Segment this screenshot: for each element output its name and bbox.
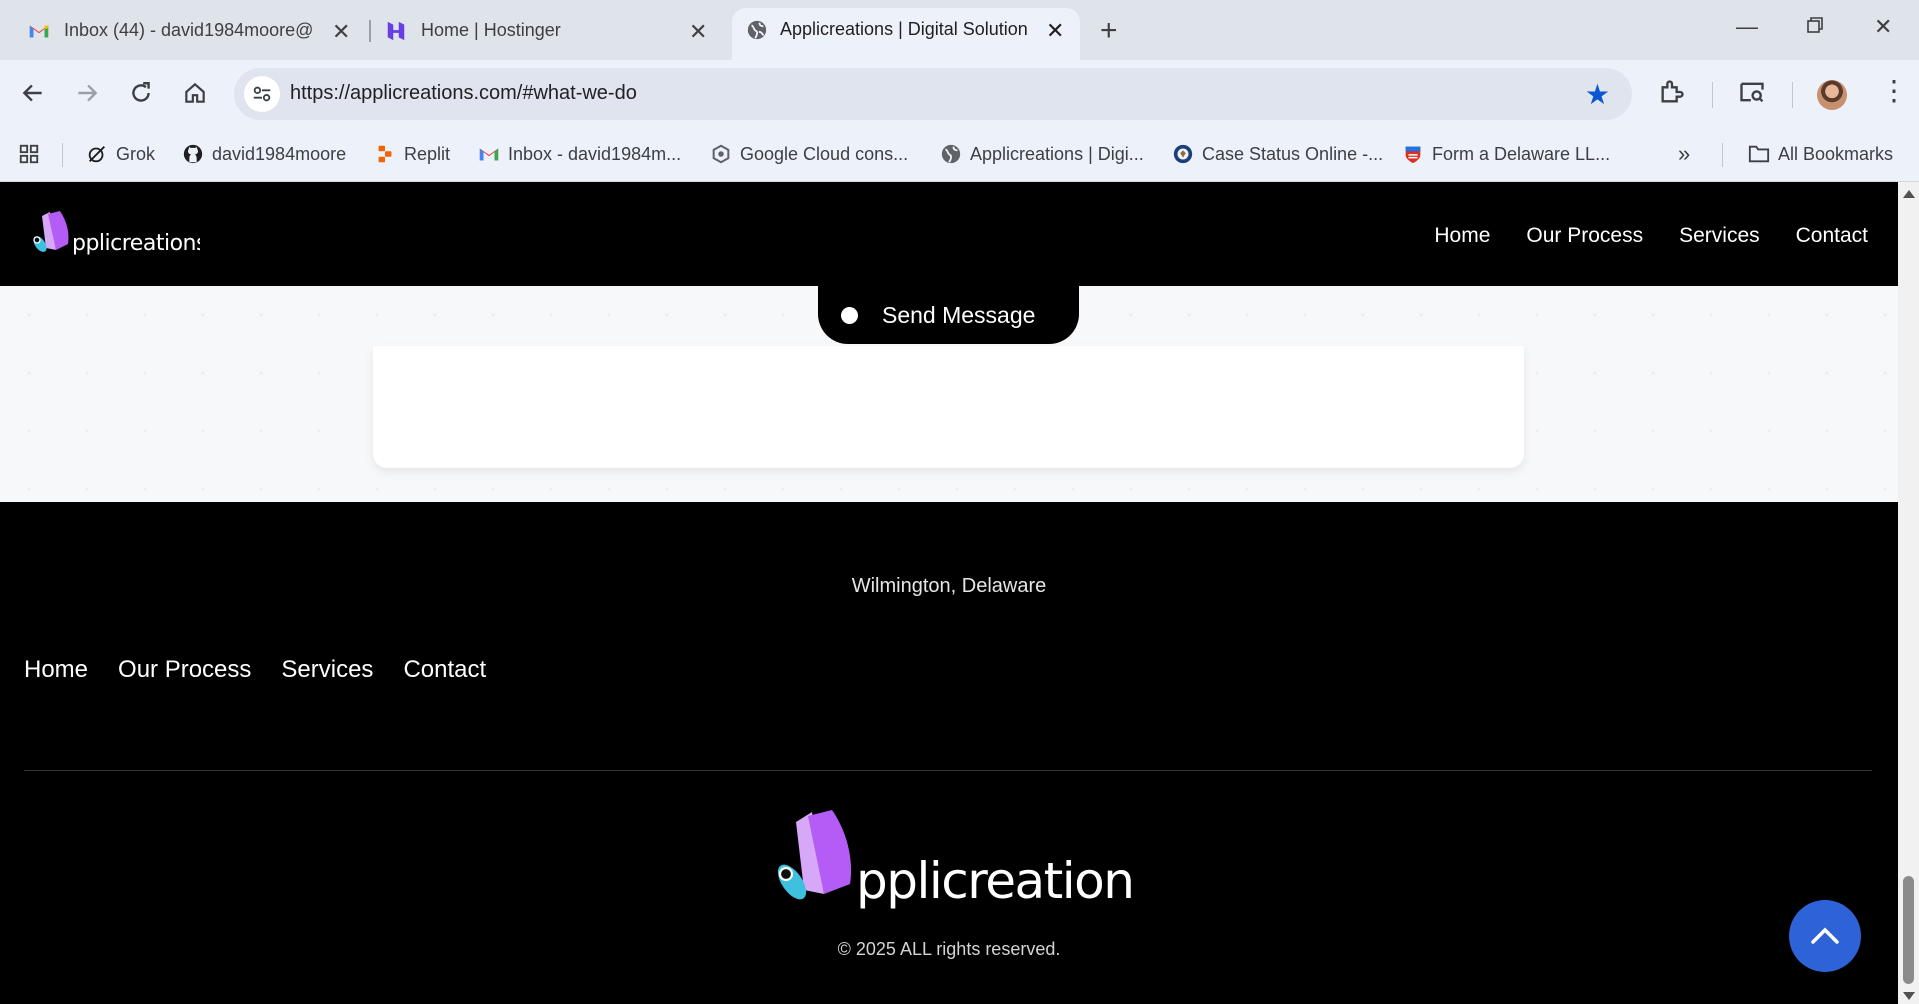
uscis-seal-icon	[1172, 143, 1194, 165]
gmail-icon	[478, 143, 500, 165]
nav-our-process[interactable]: Our Process	[1526, 224, 1643, 248]
grok-icon	[86, 143, 108, 165]
bookmarks-divider	[62, 143, 63, 167]
hostinger-icon	[385, 20, 407, 42]
logo-text: pplicreations	[72, 231, 200, 256]
copyright: © 2025 ALL rights reserved.	[837, 939, 1061, 959]
delaware-icon	[1402, 143, 1424, 165]
apps-icon[interactable]	[18, 141, 40, 167]
globe-icon	[746, 19, 768, 41]
address-bar[interactable]: https://applicreations.com/#what-we-do ★	[234, 68, 1632, 120]
footer-nav-contact[interactable]: Contact	[403, 656, 486, 684]
scroll-to-top-button[interactable]	[1789, 900, 1861, 972]
bookmark-applicreations[interactable]: Applicreations | Digi...	[940, 141, 1144, 167]
bookmark-label: Replit	[404, 143, 451, 164]
tab-gmail[interactable]: Inbox (44) - david1984moore@ ✕	[0, 9, 360, 53]
bookmark-star-icon[interactable]: ★	[1585, 78, 1610, 111]
bookmark-replit[interactable]: Replit	[374, 141, 450, 167]
nav-contact[interactable]: Contact	[1796, 224, 1868, 248]
site-logo[interactable]: pplicreations	[30, 210, 207, 265]
new-tab-button[interactable]: +	[1100, 14, 1118, 48]
tab-title: Applicreations | Digital Solution	[780, 19, 1028, 39]
footer-divider	[24, 770, 1872, 771]
all-bookmarks[interactable]: All Bookmarks	[1748, 141, 1893, 167]
scroll-thumb[interactable]	[1903, 876, 1914, 984]
all-bookmarks-label: All Bookmarks	[1778, 143, 1894, 164]
footer-nav-home[interactable]: Home	[24, 656, 88, 684]
browser-toolbar: https://applicreations.com/#what-we-do ★…	[0, 60, 1919, 129]
toolbar-divider	[1792, 82, 1793, 108]
bookmark-gmail[interactable]: Inbox - david1984m...	[478, 141, 681, 167]
site-settings-icon[interactable]	[244, 76, 280, 112]
send-message-label: Send Message	[882, 301, 1036, 328]
folder-icon	[1748, 143, 1770, 165]
home-icon[interactable]	[182, 80, 208, 110]
chevron-up-icon	[1811, 927, 1839, 944]
logo-mark-icon: pplicreations	[777, 810, 1159, 910]
bookmark-grok[interactable]: Grok	[86, 141, 155, 167]
tab-title: Home | Hostinger	[421, 20, 561, 40]
close-window-icon[interactable]: ✕	[1874, 14, 1892, 40]
contact-form-card	[373, 346, 1524, 468]
restore-icon[interactable]	[1806, 14, 1824, 40]
nav-services[interactable]: Services	[1679, 224, 1760, 248]
close-icon[interactable]: ✕	[332, 19, 350, 45]
extensions-icon[interactable]	[1658, 78, 1686, 111]
bookmark-label: Google Cloud cons...	[740, 143, 909, 164]
url-text: https://applicreations.com/#what-we-do	[290, 82, 637, 104]
site-header: pplicreations Home Our Process Services …	[0, 182, 1898, 286]
profile-avatar[interactable]	[1817, 80, 1847, 110]
page-viewport: pplicreations Home Our Process Services …	[0, 182, 1898, 1004]
bookmark-label: Grok	[116, 143, 156, 164]
tab-title: Inbox (44) - david1984moore@	[64, 20, 314, 40]
back-icon[interactable]	[20, 80, 46, 110]
more-menu-icon[interactable]: ⋮	[1880, 74, 1908, 107]
footer-nav: Home Our Process Services Contact	[24, 656, 486, 684]
globe-icon	[940, 143, 962, 165]
scroll-down-arrow-icon[interactable]	[1903, 992, 1915, 1000]
bookmark-label: Form a Delaware LL...	[1432, 143, 1611, 164]
bookmarks-divider	[1722, 143, 1723, 167]
send-message-button[interactable]: Send Message	[818, 286, 1079, 344]
gmail-icon	[28, 20, 50, 42]
github-icon	[182, 143, 204, 165]
bookmark-case-status[interactable]: Case Status Online -...	[1172, 141, 1383, 167]
footer-nav-services[interactable]: Services	[281, 656, 373, 684]
logo-mark-icon: pplicreations	[33, 211, 207, 256]
close-icon[interactable]: ✕	[1046, 18, 1064, 44]
tab-applicreations[interactable]: Applicreations | Digital Solution ✕	[732, 8, 1080, 60]
toolbar-divider	[1712, 82, 1713, 108]
logo-text: pplicreations	[856, 852, 1132, 910]
tab-hostinger[interactable]: Home | Hostinger ✕	[357, 9, 717, 53]
bookmark-github[interactable]: david1984moore	[182, 141, 346, 167]
dot-icon	[841, 306, 858, 324]
tab-strip: Inbox (44) - david1984moore@ ✕ Home | Ho…	[0, 0, 1919, 60]
bookmark-label: Applicreations | Digi...	[970, 143, 1144, 164]
bookmark-label: Inbox - david1984m...	[508, 143, 682, 164]
more-bookmarks-icon[interactable]: »	[1678, 141, 1690, 167]
bookmark-label: Case Status Online -...	[1202, 143, 1384, 164]
site-footer: Wilmington, Delaware Home Our Process Se…	[0, 502, 1898, 1004]
scroll-up-arrow-icon[interactable]	[1903, 190, 1915, 198]
site-nav: Home Our Process Services Contact	[1434, 224, 1868, 248]
reload-icon[interactable]	[128, 80, 154, 110]
close-icon[interactable]: ✕	[689, 19, 707, 45]
bookmark-google-cloud[interactable]: Google Cloud cons...	[710, 141, 908, 167]
minimize-icon[interactable]: —	[1736, 14, 1758, 40]
footer-address: Wilmington, Delaware	[851, 575, 1047, 597]
page-scrollbar[interactable]	[1898, 182, 1919, 1004]
bookmark-label: david1984moore	[212, 143, 347, 164]
replit-icon	[374, 143, 396, 165]
bookmark-delaware[interactable]: Form a Delaware LL...	[1402, 141, 1610, 167]
footer-nav-our-process[interactable]: Our Process	[118, 656, 251, 684]
nav-home[interactable]: Home	[1434, 224, 1490, 248]
footer-logo[interactable]: pplicreations	[772, 808, 1159, 923]
tab-search-icon[interactable]	[1738, 78, 1766, 111]
google-cloud-icon	[710, 143, 732, 165]
forward-icon[interactable]	[74, 80, 100, 110]
bookmarks-bar: Grok david1984moore Replit Inbox - david…	[0, 129, 1919, 182]
